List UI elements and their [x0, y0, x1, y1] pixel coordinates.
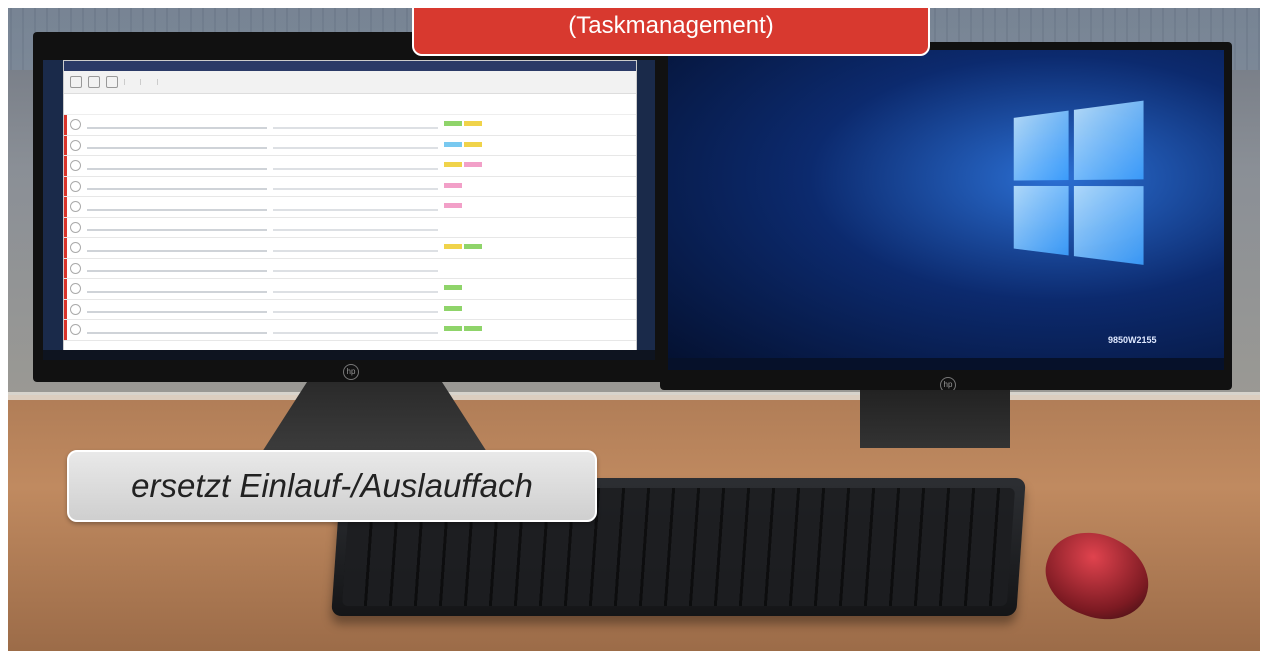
- tag-badge: [444, 244, 462, 249]
- desk-edge: [0, 392, 1268, 400]
- task-subject: [87, 182, 267, 190]
- status-circle-icon[interactable]: [70, 324, 81, 335]
- table-row[interactable]: [64, 136, 636, 157]
- task-tags: [444, 203, 584, 210]
- status-circle-icon[interactable]: [70, 222, 81, 233]
- task-subject: [87, 223, 267, 231]
- table-row[interactable]: [64, 177, 636, 198]
- tag-badge: [444, 162, 462, 167]
- table-row[interactable]: [64, 218, 636, 239]
- toolbar-icon[interactable]: [70, 76, 82, 88]
- tag-badge: [464, 142, 482, 147]
- status-circle-icon[interactable]: [70, 140, 81, 151]
- status-circle-icon[interactable]: [70, 263, 81, 274]
- task-tags: [444, 285, 584, 292]
- tag-badge: [444, 306, 462, 311]
- task-type: [273, 285, 438, 293]
- left-monitor: hp: [33, 32, 665, 382]
- task-type: [273, 264, 438, 272]
- tag-badge: [444, 203, 462, 208]
- callout-box: ersetzt Einlauf-/Auslauffach: [67, 450, 597, 522]
- left-taskbar: [43, 350, 655, 360]
- task-subject: [87, 285, 267, 293]
- status-circle-icon[interactable]: [70, 181, 81, 192]
- task-tags: [444, 244, 584, 251]
- toolbar-icon[interactable]: [106, 76, 118, 88]
- task-type: [273, 326, 438, 334]
- app-toolbar: [64, 71, 636, 94]
- task-type: [273, 141, 438, 149]
- tag-badge: [444, 285, 462, 290]
- status-circle-icon[interactable]: [70, 160, 81, 171]
- callout-text: ersetzt Einlauf-/Auslauffach: [131, 467, 533, 505]
- task-tags: [444, 142, 584, 149]
- table-row[interactable]: [64, 279, 636, 300]
- status-circle-icon[interactable]: [70, 283, 81, 294]
- app-titlebar: [64, 61, 636, 71]
- hp-logo-icon: hp: [343, 364, 359, 380]
- right-monitor: 9850W2155 hp: [660, 42, 1232, 390]
- table-row[interactable]: [64, 197, 636, 218]
- status-circle-icon[interactable]: [70, 304, 81, 315]
- status-circle-icon[interactable]: [70, 201, 81, 212]
- task-tags: [444, 326, 584, 333]
- app-tab[interactable]: [124, 79, 134, 85]
- lockscreen-machine-name: 9850W2155: [1108, 335, 1157, 345]
- tag-badge: [444, 326, 462, 331]
- right-taskbar: [668, 358, 1224, 370]
- table-row[interactable]: [64, 259, 636, 280]
- banner-subtitle: (Taskmanagement): [568, 12, 773, 40]
- app-tab[interactable]: [140, 79, 150, 85]
- task-type: [273, 203, 438, 211]
- tag-badge: [444, 183, 462, 188]
- task-subject: [87, 203, 267, 211]
- task-subject: [87, 162, 267, 170]
- tag-badge: [464, 326, 482, 331]
- table-row[interactable]: [64, 320, 636, 341]
- taskmanagement-app-window[interactable]: [63, 60, 637, 354]
- task-type: [273, 121, 438, 129]
- task-subject: [87, 264, 267, 272]
- task-subject: [87, 121, 267, 129]
- tag-badge: [444, 121, 462, 126]
- task-tags: [444, 183, 584, 190]
- task-list: [64, 115, 636, 341]
- tag-badge: [464, 121, 482, 126]
- task-type: [273, 244, 438, 252]
- task-tags: [444, 162, 584, 169]
- task-subject: [87, 141, 267, 149]
- table-row[interactable]: [64, 156, 636, 177]
- tag-badge: [464, 162, 482, 167]
- right-monitor-stand: [860, 390, 1010, 448]
- task-tags: [444, 306, 584, 313]
- task-subject: [87, 244, 267, 252]
- task-type: [273, 182, 438, 190]
- task-type: [273, 162, 438, 170]
- status-circle-icon[interactable]: [70, 242, 81, 253]
- list-header: [64, 94, 636, 115]
- table-row[interactable]: [64, 300, 636, 321]
- table-row[interactable]: [64, 238, 636, 259]
- tag-badge: [464, 244, 482, 249]
- status-circle-icon[interactable]: [70, 119, 81, 130]
- windows-logo-icon: [1014, 100, 1148, 270]
- left-monitor-screen: [43, 60, 655, 360]
- task-type: [273, 305, 438, 313]
- task-subject: [87, 326, 267, 334]
- app-tab[interactable]: [157, 79, 167, 85]
- right-monitor-screen: 9850W2155: [668, 50, 1224, 370]
- task-type: [273, 223, 438, 231]
- table-row[interactable]: [64, 115, 636, 136]
- tag-badge: [444, 142, 462, 147]
- title-banner: (Taskmanagement): [412, 0, 930, 56]
- task-tags: [444, 121, 584, 128]
- task-subject: [87, 305, 267, 313]
- toolbar-icon[interactable]: [88, 76, 100, 88]
